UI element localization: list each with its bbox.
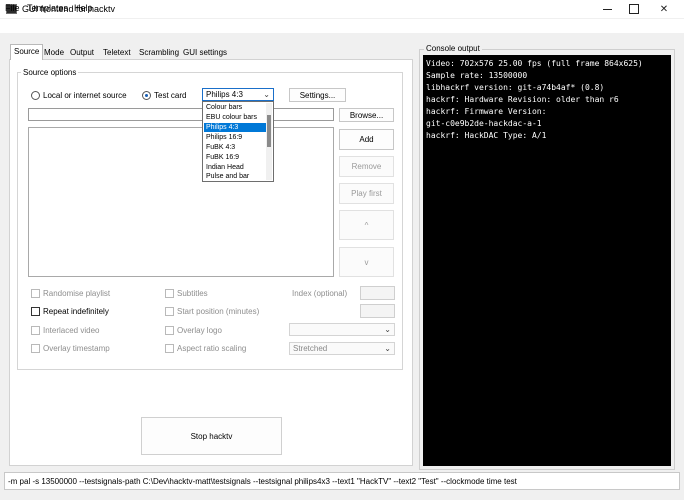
radio-test-card[interactable] <box>142 91 151 100</box>
testcard-option[interactable]: EBU colour bars <box>204 113 266 122</box>
menu-file[interactable]: File <box>5 3 20 13</box>
radio-local-source[interactable] <box>31 91 40 100</box>
testcard-option[interactable]: Indian Head <box>204 163 266 172</box>
checkbox-interlaced-video[interactable] <box>31 326 40 335</box>
console-output[interactable]: Video: 702x576 25.00 fps (full frame 864… <box>423 55 671 466</box>
checkbox-aspect-ratio-scaling[interactable] <box>165 344 174 353</box>
aspect-scaling-combo[interactable]: Stretched ⌄ <box>289 342 395 355</box>
command-line-status: -m pal -s 13500000 --testsignals-path C:… <box>4 472 680 490</box>
testcard-option[interactable]: Pulse and bar <box>204 172 266 181</box>
index-label: Index (optional) <box>292 289 348 298</box>
minimize-button[interactable] <box>593 0 621 18</box>
menu-help[interactable]: Help <box>74 3 93 13</box>
settings-button[interactable]: Settings... <box>289 88 346 102</box>
checkbox-overlay-logo[interactable] <box>165 326 174 335</box>
checkbox-subtitles-label: Subtitles <box>177 289 208 298</box>
move-up-button[interactable]: ^ <box>339 210 394 240</box>
console-line: libhackrf version: git-a74b4af* (0.8) <box>426 83 605 92</box>
dropdown-scrollbar-thumb[interactable] <box>267 115 271 147</box>
source-path-input[interactable] <box>28 108 334 121</box>
tab-mode[interactable]: Mode <box>41 46 67 59</box>
maximize-button[interactable] <box>620 0 648 18</box>
checkbox-overlay-timestamp-label: Overlay timestamp <box>43 344 110 353</box>
tab-output[interactable]: Output <box>67 46 97 59</box>
start-position-input[interactable] <box>360 304 395 318</box>
console-line: git-c0e9b2de-hackdac-a-1 <box>426 119 542 128</box>
playlist-box[interactable] <box>28 127 334 277</box>
menu-bar <box>0 19 684 33</box>
checkbox-randomise-playlist[interactable] <box>31 289 40 298</box>
tab-teletext[interactable]: Teletext <box>100 46 134 59</box>
menu-templates[interactable]: Templates <box>27 3 68 13</box>
checkbox-start-position[interactable] <box>165 307 174 316</box>
testcard-option-selected[interactable]: Philips 4:3 <box>204 123 266 132</box>
testcard-option[interactable]: FuBK 4:3 <box>204 143 266 152</box>
checkbox-aspect-ratio-scaling-label: Aspect ratio scaling <box>177 344 247 353</box>
chevron-down-icon: ⌄ <box>384 344 391 353</box>
checkbox-interlaced-video-label: Interlaced video <box>43 326 100 335</box>
move-down-button[interactable]: v <box>339 247 394 277</box>
index-input[interactable] <box>360 286 395 300</box>
checkbox-start-position-label: Start position (minutes) <box>177 307 260 316</box>
play-first-button[interactable]: Play first <box>339 183 394 204</box>
overlay-logo-combo[interactable]: ⌄ <box>289 323 395 336</box>
chevron-down-icon: ⌄ <box>263 90 270 99</box>
testcard-option[interactable]: Colour bars <box>204 103 266 112</box>
radio-local-source-label[interactable]: Local or internet source <box>43 91 127 100</box>
console-line: hackrf: Hardware Revision: older than r6 <box>426 95 619 104</box>
stop-hacktv-button[interactable]: Stop hacktv <box>141 417 282 455</box>
checkbox-overlay-logo-label: Overlay logo <box>177 326 222 335</box>
console-line: hackrf: HackDAC Type: A/1 <box>426 131 547 140</box>
checkbox-subtitles[interactable] <box>165 289 174 298</box>
tab-gui-settings[interactable]: GUI settings <box>180 46 230 59</box>
radio-test-card-label[interactable]: Test card <box>154 91 186 100</box>
checkbox-repeat-indefinitely-label: Repeat indefinitely <box>43 307 109 316</box>
chevron-down-icon: ⌄ <box>384 325 391 334</box>
console-line: Sample rate: 13500000 <box>426 71 528 80</box>
testcard-dropdown-list[interactable]: Colour bars EBU colour bars Philips 4:3 … <box>202 101 274 182</box>
remove-button[interactable]: Remove <box>339 156 394 177</box>
tab-source[interactable]: Source <box>10 44 44 60</box>
checkbox-randomise-playlist-label: Randomise playlist <box>43 289 111 298</box>
testcard-option[interactable]: FuBK 16:9 <box>204 153 266 162</box>
source-options-title: Source options <box>21 68 79 77</box>
browse-button[interactable]: Browse... <box>339 108 394 122</box>
console-line: Video: 702x576 25.00 fps (full frame 864… <box>426 59 643 68</box>
testcard-option[interactable]: Philips 16:9 <box>204 133 266 142</box>
testcard-combo-value: Philips 4:3 <box>206 90 243 99</box>
dropdown-scrollbar[interactable] <box>266 103 272 180</box>
close-button[interactable]: ✕ <box>650 0 678 18</box>
aspect-scaling-value: Stretched <box>293 344 328 353</box>
tab-scrambling[interactable]: Scrambling <box>136 46 182 59</box>
console-line: hackrf: Firmware Version: <box>426 107 547 116</box>
checkbox-overlay-timestamp[interactable] <box>31 344 40 353</box>
testcard-combo[interactable]: Philips 4:3 ⌄ <box>202 88 274 101</box>
checkbox-repeat-indefinitely[interactable] <box>31 307 40 316</box>
add-button[interactable]: Add <box>339 129 394 150</box>
console-title: Console output <box>424 44 482 53</box>
